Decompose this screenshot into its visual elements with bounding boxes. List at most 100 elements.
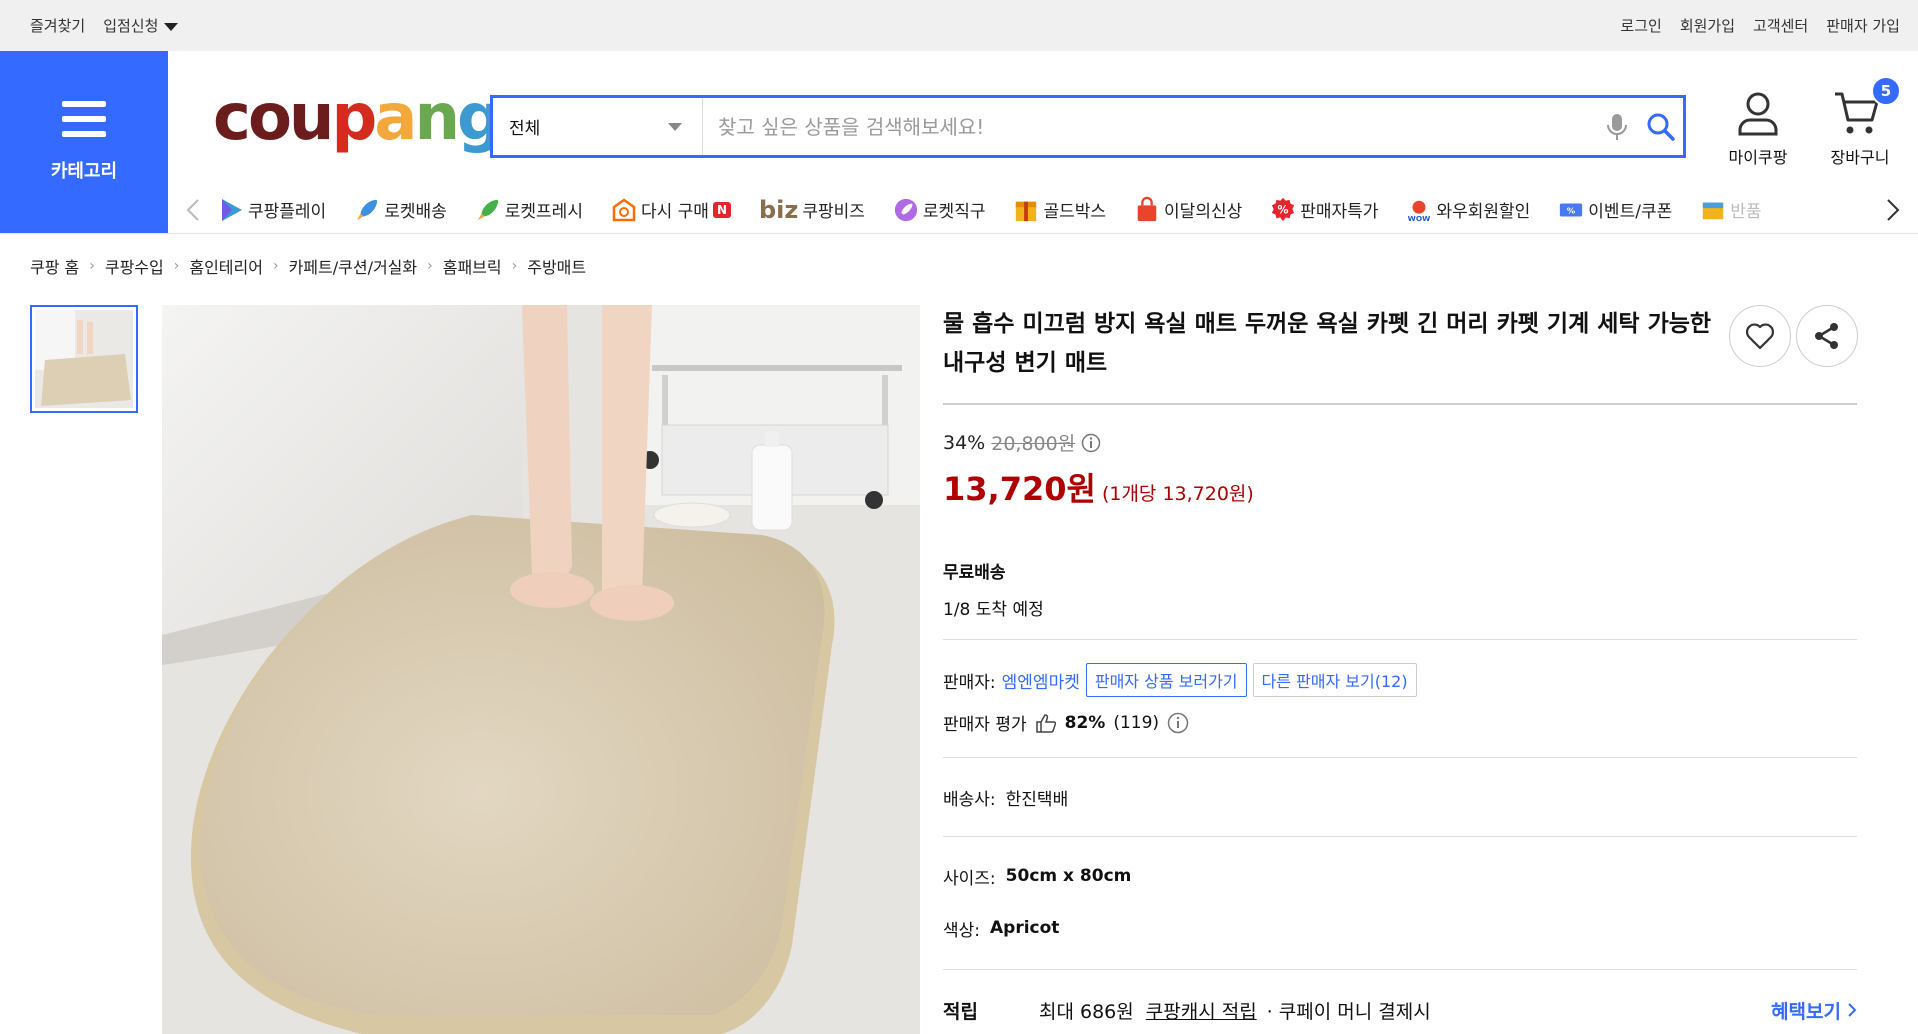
percent-icon: % [1270,197,1296,223]
product-main-image[interactable] [162,305,920,1034]
nav-item-coupang-biz[interactable]: biz 쿠팡비즈 [759,196,865,224]
nav-item-label: 쿠팡플레이 [248,202,327,222]
nav-item-rocket-global[interactable]: 로켓직구 [893,197,985,223]
top-left-links: 즐겨찾기 입점신청 [30,15,179,36]
search-category-select[interactable]: 전체 [493,98,703,155]
nav-item-coupang-play[interactable]: 쿠팡플레이 [218,197,326,223]
nav-item-new-arrivals[interactable]: 이달의신상 [1134,196,1243,223]
nav-next-button[interactable] [1868,198,1918,222]
coupang-logo[interactable]: coupang [213,86,503,150]
share-icon [1815,323,1838,349]
goldbox-icon [1013,197,1039,223]
nav-item-seller-deals[interactable]: % 판매자특가 [1270,197,1378,223]
breadcrumb-item[interactable]: 홈인테리어 [189,254,263,278]
mycoupang-button[interactable]: 마이쿠팡 [1718,90,1798,168]
rocket-icon [354,197,380,223]
nav-prev-button[interactable] [168,198,218,222]
play-icon [218,197,244,223]
new-badge: N [712,201,731,218]
user-icon [1738,92,1778,136]
points-label: 적립 [943,1000,978,1023]
info-icon[interactable] [1081,433,1101,453]
breadcrumb-item[interactable]: 쿠팡 홈 [30,254,79,278]
heart-icon [1746,323,1774,350]
breadcrumb-item[interactable]: 쿠팡수입 [105,254,164,278]
color-label: 색상: [943,920,981,941]
points-condition: · 쿠페이 머니 결제시 [1266,1000,1431,1023]
color-row: 색상: Apricot [943,911,1857,945]
nav-item-label: 판매자특가 [1300,202,1379,222]
coupang-cash-link[interactable]: 쿠팡캐시 적립 [1146,997,1257,1024]
hamburger-icon [62,101,106,137]
product-thumbnail[interactable] [30,305,138,413]
bookmark-link[interactable]: 즐겨찾기 [30,15,85,36]
nav-item-label: 반품 [1730,202,1762,222]
microphone-icon[interactable] [1595,105,1639,149]
new-bag-icon [1134,196,1160,223]
seller-name-link[interactable]: 엠엔엠마켓 [1002,668,1080,693]
size-value: 50cm x 80cm [1005,866,1132,886]
nav-item-return[interactable]: 반품 [1700,197,1762,223]
points-row: 적립 최대 686원 쿠팡캐시 적립 · 쿠페이 머니 결제시 혜택보기 [943,970,1857,1034]
nav-item-events-coupons[interactable]: % 이벤트/쿠폰 [1558,197,1672,223]
price-block: 34% 20,800원 13,720원 (1개당 13,720원) [943,429,1857,510]
login-link[interactable]: 로그인 [1620,15,1661,36]
info-icon[interactable] [1167,712,1189,734]
nav-item-label: 다시 구매 [640,202,709,222]
seller-signup-link[interactable]: 판매자 가입 [1826,15,1900,36]
breadcrumb-item[interactable]: 주방매트 [527,254,586,278]
wishlist-button[interactable] [1729,305,1791,367]
delivery-eta: 1/8 도착 예정 [943,600,1044,620]
discount-rate: 34% [943,431,986,454]
category-menu-button[interactable]: 카테고리 [0,51,168,233]
category-label: 카테고리 [50,161,118,182]
search-bar: 전체 [490,95,1686,158]
logo-part: cou [213,81,334,155]
breadcrumb: 쿠팡 홈 › 쿠팡수입 › 홈인테리어 › 카페트/쿠션/거실화 › 홈패브릭 … [30,254,586,278]
nav-item-wow-discount[interactable]: WOW 와우회원할인 [1406,197,1530,223]
chevron-right-icon: › [272,258,279,274]
points-max: 최대 686원 [1039,1000,1134,1023]
courier-value: 한진택배 [1005,789,1069,810]
divider [943,403,1857,405]
original-price: 20,800원 [991,433,1076,455]
breadcrumb-item[interactable]: 홈패브릭 [443,254,502,278]
logo-part: p [331,81,377,155]
nav-items: 쿠팡플레이 로켓배송 로켓프레시 다시 구매 N biz 쿠팡비즈 로켓직구 골… [218,196,1868,224]
free-shipping-label: 무료배송 [943,563,1006,583]
service-nav: 쿠팡플레이 로켓배송 로켓프레시 다시 구매 N biz 쿠팡비즈 로켓직구 골… [168,186,1918,233]
rocket-global-icon [893,197,919,223]
store-apply-menu[interactable]: 입점신청 [103,15,179,36]
courier-label: 배송사: [943,789,996,810]
nav-item-rocket-delivery[interactable]: 로켓배송 [354,197,447,223]
seller-products-button[interactable]: 판매자 상품 보러가기 [1085,663,1247,697]
nav-item-rocket-fresh[interactable]: 로켓프레시 [475,197,583,223]
nav-item-label: 쿠팡비즈 [802,202,865,222]
size-row: 사이즈: 50cm x 80cm [943,837,1857,915]
nav-item-label: 이달의신상 [1164,202,1243,222]
breadcrumb-item[interactable]: 카페트/쿠션/거실화 [289,254,418,278]
benefits-link[interactable]: 혜택보기 [1771,997,1857,1024]
nav-item-rebuy[interactable]: 다시 구매 N [611,197,731,223]
cart-count-badge: 5 [1871,76,1901,106]
service-center-link[interactable]: 고객센터 [1753,15,1808,36]
size-label: 사이즈: [943,868,996,889]
shipping-block: 무료배송 1/8 도착 예정 [943,558,1857,620]
chevron-right-icon: › [173,258,180,274]
signup-link[interactable]: 회원가입 [1680,15,1735,36]
cart-button[interactable]: 5 장바구니 [1820,76,1901,168]
color-value: Apricot [990,918,1060,938]
svg-text:%: % [1278,203,1289,216]
seller-rating-pct: 82% [1064,712,1106,733]
other-sellers-button[interactable]: 다른 판매자 보기(12) [1252,663,1417,697]
sale-price: 13,720원 [943,470,1096,508]
search-icon[interactable] [1639,105,1683,149]
logo-part: n [414,81,460,155]
share-button[interactable] [1796,305,1858,367]
svg-text:WOW: WOW [1408,214,1431,223]
search-input[interactable] [703,114,1595,139]
chevron-right-icon: › [89,258,95,274]
nav-item-goldbox[interactable]: 골드박스 [1013,197,1106,223]
seller-label: 판매자: [943,672,996,693]
nav-item-label: 로켓배송 [384,202,447,222]
